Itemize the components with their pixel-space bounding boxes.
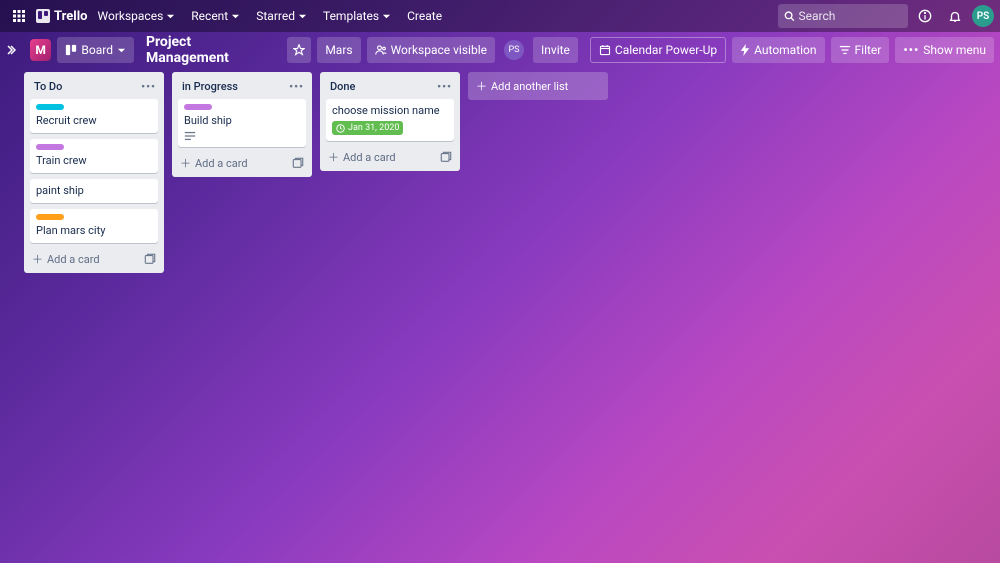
- card-template-icon[interactable]: [440, 151, 452, 163]
- description-icon: [184, 131, 196, 141]
- search-icon: [784, 10, 795, 22]
- automation-button[interactable]: Automation: [732, 37, 824, 63]
- nav-recent[interactable]: Recent: [185, 4, 246, 28]
- star-icon: [293, 44, 305, 56]
- card-title: choose mission name: [332, 104, 448, 117]
- list-todo: To Do ••• Recruit crew Train crew paint …: [24, 72, 164, 273]
- card-title: Build ship: [184, 114, 300, 127]
- list-menu-icon[interactable]: •••: [289, 80, 304, 93]
- list-in-progress: in Progress ••• Build ship ＋Add a card: [172, 72, 312, 177]
- list-menu-icon[interactable]: •••: [141, 80, 156, 93]
- card[interactable]: choose mission name Jan 31, 2020: [326, 99, 454, 141]
- invite-button[interactable]: Invite: [533, 37, 578, 63]
- ellipsis-icon: •••: [903, 43, 919, 57]
- card-label-purple: [36, 144, 64, 150]
- filter-button[interactable]: Filter: [831, 37, 890, 63]
- filter-icon: [839, 44, 851, 56]
- nav-create[interactable]: Create: [401, 4, 448, 28]
- card-title: Plan mars city: [36, 224, 152, 237]
- calendar-icon: [599, 44, 611, 56]
- due-date-badge: Jan 31, 2020: [332, 121, 403, 135]
- card-template-icon[interactable]: [144, 253, 156, 265]
- trello-logo[interactable]: Trello: [36, 9, 88, 24]
- expand-sidebar-icon[interactable]: [4, 45, 18, 55]
- team-name[interactable]: Mars: [317, 37, 360, 63]
- card-label-orange: [36, 214, 64, 220]
- app-switcher-icon[interactable]: [6, 4, 32, 28]
- card[interactable]: Build ship: [178, 99, 306, 147]
- board-canvas: To Do ••• Recruit crew Train crew paint …: [0, 68, 1000, 563]
- show-menu-button[interactable]: ••• Show menu: [895, 37, 994, 63]
- list-title[interactable]: To Do: [34, 80, 62, 93]
- member-avatar: PS: [504, 40, 524, 60]
- logo-text: Trello: [54, 9, 88, 24]
- board-view-switcher[interactable]: Board: [57, 37, 134, 63]
- card[interactable]: Plan mars city: [30, 209, 158, 243]
- plus-icon: ＋: [476, 78, 487, 94]
- nav-templates[interactable]: Templates: [317, 4, 397, 28]
- nav-workspaces[interactable]: Workspaces: [92, 4, 182, 28]
- board-members[interactable]: PS: [501, 37, 527, 63]
- chevron-down-icon: [298, 12, 307, 21]
- chevron-down-icon: [231, 12, 240, 21]
- card-template-icon[interactable]: [292, 157, 304, 169]
- card-title: Train crew: [36, 154, 152, 167]
- bolt-icon: [740, 44, 750, 56]
- nav-starred[interactable]: Starred: [250, 4, 313, 28]
- add-card-button[interactable]: ＋Add a card: [326, 147, 454, 165]
- info-icon[interactable]: [912, 4, 938, 28]
- list-done: Done ••• choose mission name Jan 31, 202…: [320, 72, 460, 171]
- search-box[interactable]: [778, 4, 908, 28]
- card[interactable]: paint ship: [30, 179, 158, 203]
- workspace-badge[interactable]: M: [30, 39, 52, 61]
- list-title[interactable]: in Progress: [182, 80, 238, 93]
- card[interactable]: Train crew: [30, 139, 158, 173]
- card[interactable]: Recruit crew: [30, 99, 158, 133]
- top-nav: Trello Workspaces Recent Starred Templat…: [0, 0, 1000, 32]
- add-card-button[interactable]: ＋Add a card: [30, 249, 158, 267]
- add-list-button[interactable]: ＋ Add another list: [468, 72, 608, 100]
- card-label-purple: [184, 104, 212, 110]
- board-icon: [65, 44, 77, 56]
- card-title: paint ship: [36, 184, 152, 197]
- star-button[interactable]: [287, 37, 311, 63]
- card-label-teal: [36, 104, 64, 110]
- bell-icon[interactable]: [942, 4, 968, 28]
- visibility-button[interactable]: Workspace visible: [367, 37, 495, 63]
- list-title[interactable]: Done: [330, 80, 355, 93]
- chevron-down-icon: [166, 12, 175, 21]
- user-avatar[interactable]: PS: [972, 5, 994, 27]
- calendar-powerup-button[interactable]: Calendar Power-Up: [590, 37, 726, 63]
- chevron-down-icon: [382, 12, 391, 21]
- clock-icon: [336, 124, 345, 133]
- list-menu-icon[interactable]: •••: [437, 80, 452, 93]
- board-title[interactable]: Project Management: [140, 34, 281, 66]
- add-card-button[interactable]: ＋Add a card: [178, 153, 306, 171]
- search-input[interactable]: [799, 9, 902, 23]
- board-bar: M Board Project Management Mars Workspac…: [0, 32, 1000, 68]
- chevron-down-icon: [117, 46, 126, 55]
- card-title: Recruit crew: [36, 114, 152, 127]
- people-icon: [375, 44, 387, 56]
